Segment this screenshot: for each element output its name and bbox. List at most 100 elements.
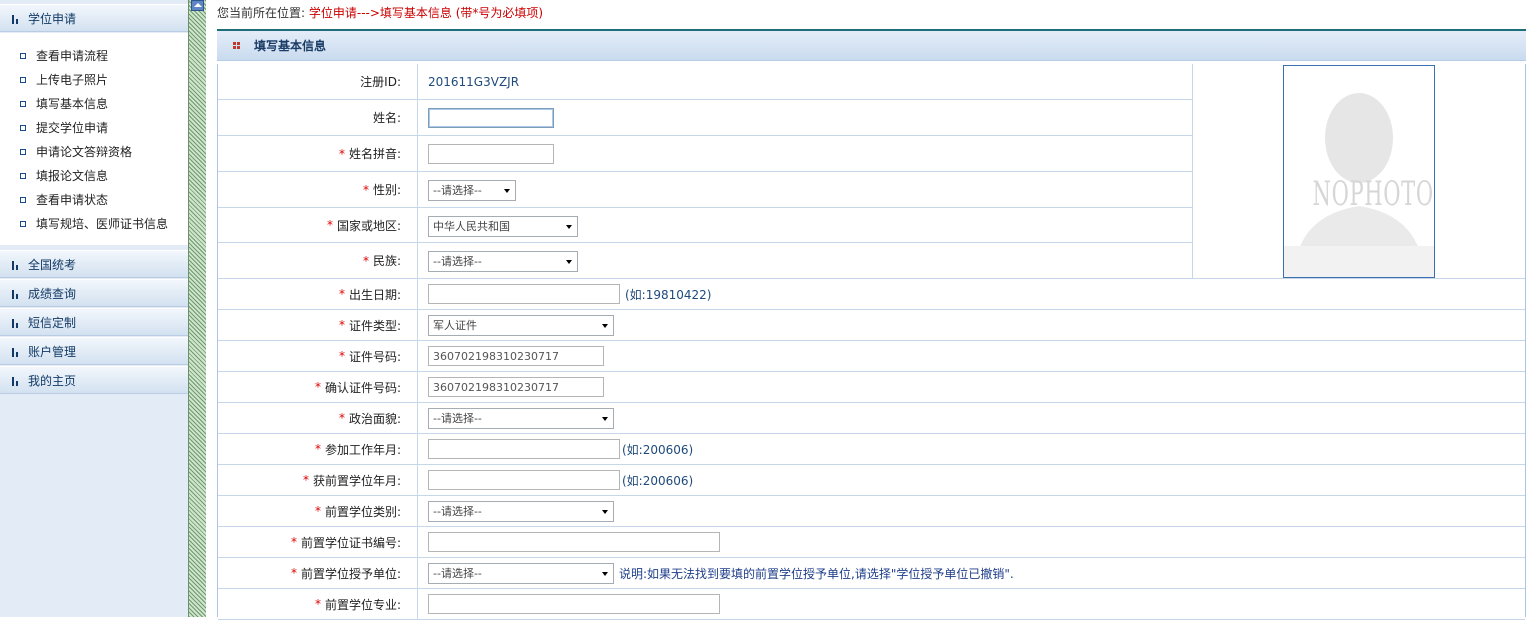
name-input[interactable] [428,108,554,128]
sidebar-section-sms[interactable]: 短信定制 [0,308,188,336]
ethnicity-select[interactable]: --请选择-- [428,251,578,272]
sidebar-item-label: 提交学位申请 [36,121,109,135]
prev-cert-no-input[interactable] [428,532,720,552]
work-start-label: * 参加工作年月: [218,434,418,464]
form-row-gender: * 性别: --请选择-- [218,172,1192,208]
prev-major-input[interactable] [428,594,720,614]
reg-id-value: 201611G3VZJR [428,74,520,89]
gender-label: * 性别: [218,172,418,207]
prev-degree-date-input[interactable] [428,470,620,490]
sidebar-section-national-exam[interactable]: 全国统考 [0,250,188,278]
basic-info-form: 注册ID: 201611G3VZJR 姓名: * 姓名拼音: * 性别: --请选择… [217,64,1526,620]
sidebar-item-basic-info[interactable]: 填写基本信息 [20,93,108,115]
prev-unit-select[interactable]: --请选择-- [428,563,614,584]
square-bullet-icon [20,101,26,107]
sidebar-item-label: 填写基本信息 [36,97,109,111]
sidebar-section-degree-application[interactable]: 学位申请 [0,4,188,32]
dropdown-arrow-icon [602,324,608,328]
political-label: * 政治面貌: [218,403,418,433]
main-content: 您当前所在位置: 学位申请--->填写基本信息 (带*号为必填项) 填写基本信息… [206,0,1532,620]
country-label: * 国家或地区: [218,208,418,242]
work-start-hint: (如:200606) [622,442,694,457]
sidebar-item-thesis-info[interactable]: 填报论文信息 [20,165,108,187]
dropdown-arrow-icon [602,572,608,576]
sidebar-section-label: 学位申请 [28,12,77,26]
sidebar-section-label: 短信定制 [28,316,77,330]
form-row-work-start: * 参加工作年月: (如:200606) [218,434,1525,465]
id-type-select[interactable]: 军人证件 [428,315,614,336]
prev-cert-no-label: * 前置学位证书编号: [218,527,418,557]
form-row-prev-unit: * 前置学位授予单位: --请选择-- 说明:如果无法找到要填的前置学位授予单位,… [218,558,1525,589]
id-number-input[interactable] [428,346,604,366]
sidebar-section-label: 全国统考 [28,258,77,272]
political-select[interactable]: --请选择-- [428,408,614,429]
person-silhouette-icon [1284,93,1434,277]
sidebar-item-label: 查看申请状态 [36,193,109,207]
sidebar-section-my-home[interactable]: 我的主页 [0,366,188,394]
form-row-name: 姓名: [218,100,1192,136]
breadcrumb-prefix: 您当前所在位置: [217,6,306,20]
dropdown-arrow-icon [566,260,572,264]
no-photo-text: NOPHOTO [1312,174,1434,214]
bar-chart-icon [12,348,20,357]
sidebar-item-defense-qualification[interactable]: 申请论文答辩资格 [20,141,132,163]
panel-header: 填写基本信息 [217,29,1526,61]
form-row-political: * 政治面貌: --请选择-- [218,403,1525,434]
form-row-prev-degree-type: * 前置学位类别: --请选择-- [218,496,1525,527]
sidebar: 学位申请 查看申请流程 上传电子照片 填写基本信息 提交学位申请 申请论文答辩资… [0,0,188,617]
form-row-id-number: * 证件号码: [218,341,1525,372]
square-bullet-icon [20,125,26,131]
prev-unit-label: * 前置学位授予单位: [218,558,418,588]
sidebar-item-application-status[interactable]: 查看申请状态 [20,189,108,211]
pinyin-input[interactable] [428,144,554,164]
no-photo-placeholder[interactable]: NOPHOTO [1283,65,1435,278]
prev-major-label: * 前置学位专业: [218,589,418,619]
form-row-reg-id: 注册ID: 201611G3VZJR [218,64,1192,100]
sidebar-section-score-query[interactable]: 成绩查询 [0,279,188,307]
square-bullet-icon [20,149,26,155]
id-number-label: * 证件号码: [218,341,418,371]
country-select[interactable]: 中华人民共和国 [428,216,578,237]
sidebar-item-submit-application[interactable]: 提交学位申请 [20,117,108,139]
form-row-id-type: * 证件类型: 军人证件 [218,310,1525,341]
sidebar-section-account[interactable]: 账户管理 [0,337,188,365]
form-row-ethnicity: * 民族: --请选择-- [218,243,1192,279]
sidebar-submenu: 查看申请流程 上传电子照片 填写基本信息 提交学位申请 申请论文答辩资格 填报论… [0,33,188,245]
sidebar-item-upload-photo[interactable]: 上传电子照片 [20,69,108,91]
sidebar-item-certificate-info[interactable]: 填写规培、医师证书信息 [20,213,168,235]
birth-date-input[interactable] [428,284,620,304]
sidebar-section-label: 成绩查询 [28,287,77,301]
prev-degree-type-label: * 前置学位类别: [218,496,418,526]
sidebar-item-label: 填报论文信息 [36,169,109,183]
square-bullet-icon [20,197,26,203]
work-start-input[interactable] [428,439,620,459]
dropdown-arrow-icon [504,189,510,193]
id-type-label: * 证件类型: [218,310,418,340]
form-row-id-confirm: * 确认证件号码: [218,372,1525,403]
form-row-birth-date: * 出生日期: (如:19810422) [218,279,1525,310]
sidebar-splitter[interactable] [188,0,206,617]
reg-id-label: 注册ID: [218,64,418,99]
square-bullet-icon [20,221,26,227]
form-row-prev-degree-date: * 获前置学位年月: (如:200606) [218,465,1525,496]
collapse-sidebar-button[interactable] [191,0,204,11]
bar-chart-icon [12,15,20,24]
gender-select[interactable]: --请选择-- [428,180,516,201]
prev-degree-date-hint: (如:200606) [622,473,694,488]
birth-date-hint: (如:19810422) [625,287,712,302]
form-row-prev-major: * 前置学位专业: [218,589,1525,620]
bar-chart-icon [12,261,20,270]
sidebar-item-label: 申请论文答辩资格 [36,145,133,159]
bar-chart-icon [12,319,20,328]
sidebar-item-view-process[interactable]: 查看申请流程 [20,45,108,67]
dropdown-arrow-icon [566,225,572,229]
prev-degree-type-select[interactable]: --请选择-- [428,501,614,522]
prev-degree-date-label: * 获前置学位年月: [218,465,418,495]
form-row-pinyin: * 姓名拼音: [218,136,1192,172]
form-row-country: * 国家或地区: 中华人民共和国 [218,208,1192,243]
id-confirm-input[interactable] [428,377,604,397]
dropdown-arrow-icon [602,417,608,421]
square-bullet-icon [20,53,26,59]
panel-title: 填写基本信息 [254,39,327,53]
bar-chart-icon [12,290,20,299]
